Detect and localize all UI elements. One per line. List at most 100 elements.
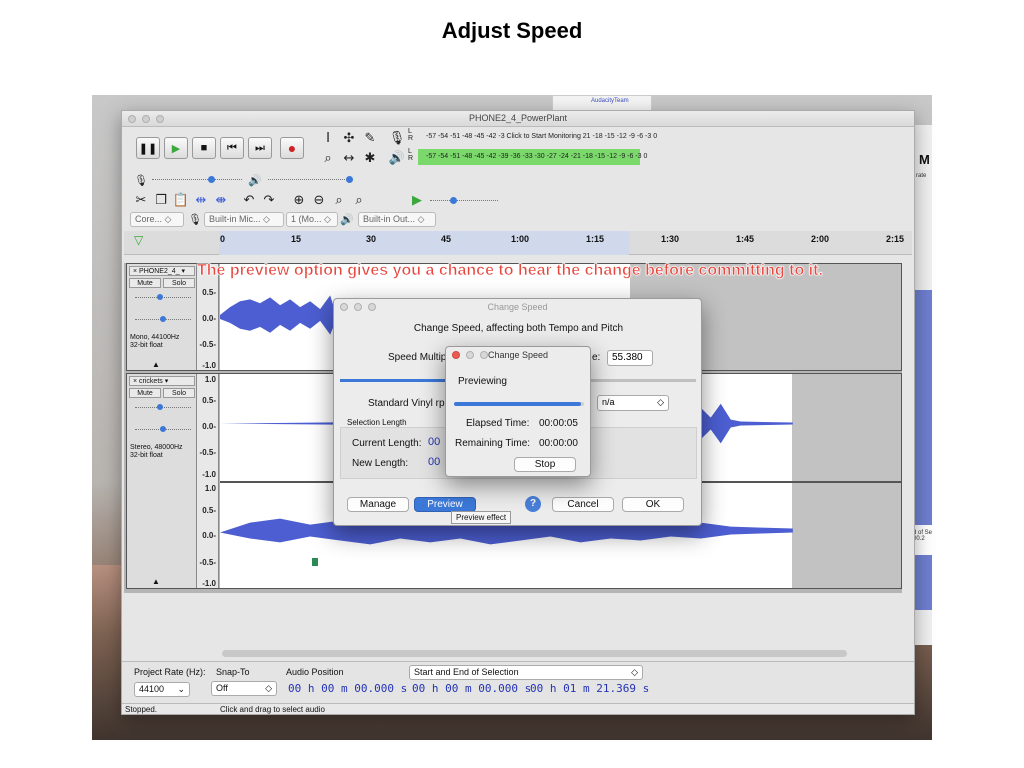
selection-mode-select[interactable]: Start and End of Selection ◇ [409,665,643,680]
fit-project-button[interactable]: ⌕ [350,191,368,209]
new-length-value[interactable]: 00 [428,456,440,468]
remaining-label: Remaining Time: [455,438,531,449]
track-info: Stereo, 48000Hz 32-bit float [130,444,183,460]
record-meter-lr: LR [408,128,413,142]
current-length-value[interactable]: 00 [428,436,440,448]
status-hint: Click and drag to select audio [220,705,325,714]
minimize-window-button[interactable] [466,351,474,359]
zoom-out-button[interactable]: ⊖ [310,191,328,209]
pan-knob[interactable] [160,316,166,322]
paste-button[interactable]: 📋 [172,191,190,209]
undo-button[interactable]: ↶ [240,191,258,209]
redo-button[interactable]: ↷ [260,191,278,209]
clip-marker [312,558,318,566]
zoom-in-button[interactable]: ⊕ [290,191,308,209]
audio-position-field[interactable]: 00 h 00 m 00.000 s [288,682,407,695]
zoom-window-button[interactable] [480,351,488,359]
play-head-icon[interactable]: ▽ [134,233,143,247]
pencil-icon: ✎ [364,130,376,146]
manage-button[interactable]: Manage [347,497,409,512]
speed-label-suffix: e: [592,352,601,363]
stop-button[interactable]: Stop [514,457,576,472]
envelope-tool[interactable]: ✣ [340,129,358,147]
preview-button[interactable]: Preview [414,497,476,512]
play-volume-knob[interactable] [346,176,353,183]
cancel-button[interactable]: Cancel [552,497,614,512]
selection-end-field[interactable]: 00 h 01 m 21.369 s [530,682,649,695]
record-meter[interactable]: -57 -54 -51 -48 -45 -42 -3 Click to Star… [426,133,914,146]
draw-tool[interactable]: ✎ [361,129,379,147]
selection-tool[interactable]: I [319,129,337,147]
channels-select[interactable]: 1 (Mo... ◇ [286,212,338,227]
vinyl-to-select[interactable]: n/a ◇ [597,395,669,411]
zoom-tool[interactable]: ⌕ [319,149,337,167]
time-shift-tool[interactable]: ↔ [340,149,358,167]
multi-tool[interactable]: ✱ [361,149,379,167]
track-name-menu[interactable]: × PHONE2_4_ ▾ [129,266,195,276]
play-speed-knob[interactable] [450,197,457,204]
mute-button[interactable]: Mute [129,388,161,398]
speed-multiplier-input[interactable]: 55.380 [607,350,653,366]
cut-button[interactable]: ✂ [132,191,150,209]
input-device-select[interactable]: Built-in Mic... ◇ [204,212,284,227]
collapse-icon[interactable]: ▲ [152,577,160,586]
record-meter-toggle[interactable]: 🎙 [388,129,406,147]
help-icon[interactable]: ? [525,496,541,512]
track-name-menu[interactable]: × crickets ▾ [129,376,195,386]
play-button[interactable]: ▶ [164,137,188,159]
timeline-ruler[interactable]: ▽ 0 15 30 45 1:00 1:15 1:30 1:45 2:00 2:… [124,231,912,255]
new-length-label: New Length: [352,458,409,469]
play-speed-slider[interactable] [430,200,498,201]
collapse-icon[interactable]: ▲ [152,360,160,369]
trim-button[interactable]: ⇹ [192,191,210,209]
snap-to-select[interactable]: Off ◇ [211,681,277,696]
mute-button[interactable]: Mute [129,278,161,288]
solo-button[interactable]: Solo [163,388,195,398]
tick-label: 0 [220,234,226,244]
project-rate-value: 44100 [139,684,165,694]
gain-slider[interactable] [135,297,191,298]
audio-host-select[interactable]: Core... ◇ [130,212,184,227]
title-bar[interactable]: PHONE2_4_PowerPlant [122,111,914,127]
stop-button[interactable]: ■ [192,137,216,159]
current-length-label: Current Length: [352,438,422,449]
close-window-button[interactable] [452,351,460,359]
close-window-button[interactable] [340,303,348,311]
record-volume-slider[interactable] [152,179,242,180]
gain-slider[interactable] [135,407,191,408]
panel-waveform [915,290,932,610]
output-device-select[interactable]: Built-in Out... ◇ [358,212,436,227]
progress-label: Previewing [458,376,507,387]
gain-knob[interactable] [157,404,163,410]
scale-label: 0.5- [202,396,216,405]
zoom-window-button[interactable] [368,303,376,311]
speed-slider-fill[interactable] [340,379,450,382]
skip-end-button[interactable]: ⏭ [248,137,272,159]
play-volume-slider[interactable] [268,179,353,180]
pause-button[interactable]: ❚❚ [136,137,160,159]
elapsed-label: Elapsed Time: [466,418,530,429]
horizontal-scrollbar[interactable] [222,650,847,657]
ok-button[interactable]: OK [622,497,684,512]
solo-button[interactable]: Solo [163,278,195,288]
selection-start-field[interactable]: 00 h 00 m 00.000 s [412,682,531,695]
play-volume-icon: 🔊 [248,173,262,187]
panel-rate-label: rate [916,173,927,179]
background-app-panel: M rate d of Se 00.2 [912,125,932,645]
project-rate-select[interactable]: 44100 ⌄ [134,682,190,697]
play-at-speed-button[interactable]: ▶ [408,191,426,209]
copy-button[interactable]: ❐ [152,191,170,209]
gain-knob[interactable] [157,294,163,300]
fit-selection-button[interactable]: ⌕ [330,191,348,209]
minimize-window-button[interactable] [354,303,362,311]
play-meter[interactable]: -57 -54 -51 -48 -45 -42 -39 -36 -33 -30 … [426,153,914,166]
play-icon: ▶ [412,192,422,208]
background-window-label: AudacityTeam [591,98,629,104]
play-meter-toggle[interactable]: 🔊 [388,149,406,167]
record-button[interactable]: ● [280,137,304,159]
pan-knob[interactable] [160,426,166,432]
silence-button[interactable]: ⇼ [212,191,230,209]
record-volume-knob[interactable] [208,176,215,183]
track-bit-depth: 32-bit float [130,452,163,459]
skip-start-button[interactable]: ⏮ [220,137,244,159]
